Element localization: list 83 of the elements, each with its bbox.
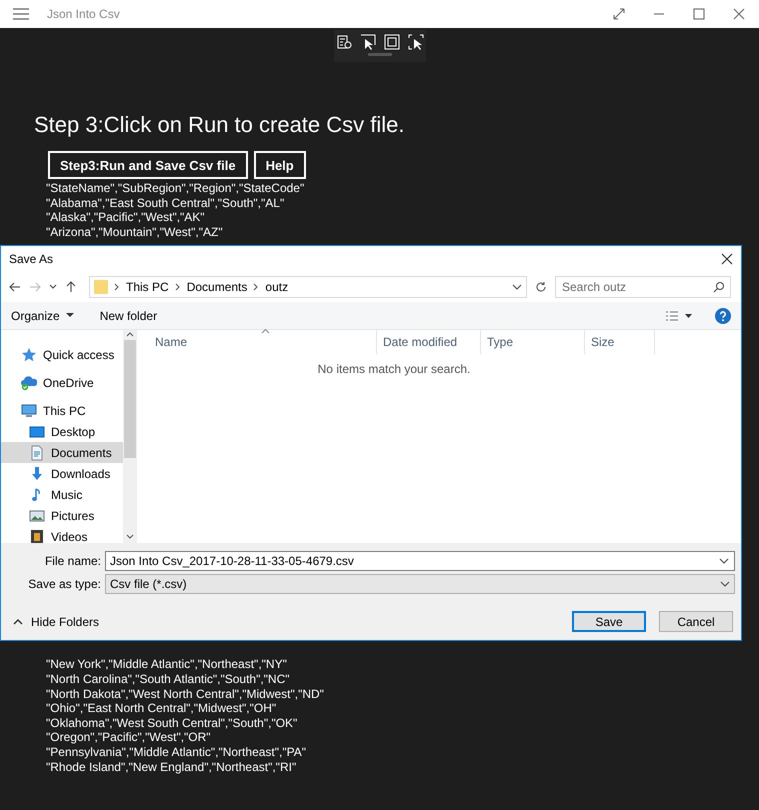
csv-line: "Oregon","Pacific","West","OR" — [46, 730, 212, 745]
scrollbar-thumb[interactable] — [124, 340, 136, 458]
help-button[interactable]: Help — [254, 151, 306, 179]
caret-icon — [66, 313, 74, 318]
column-header[interactable]: Date modified — [377, 330, 481, 354]
chevron-down-icon[interactable] — [719, 557, 729, 565]
column-header[interactable]: Size — [585, 330, 655, 354]
run-save-button[interactable]: Step3:Run and Save Csv file — [48, 151, 248, 179]
empty-message: No items match your search. — [316, 362, 472, 376]
chevron-down-icon[interactable] — [512, 283, 522, 291]
csv-line: "Arizona","Mountain","West","AZ" — [46, 224, 224, 240]
field-label: Save as type: — [27, 577, 102, 591]
cloud-icon — [21, 374, 37, 390]
star-icon — [21, 346, 37, 362]
maximize-icon[interactable] — [693, 8, 705, 20]
csv-line: "StateName","SubRegion","Region","StateCode" — [46, 181, 306, 196]
csv-line: "North Carolina","South Atlantic","South","NC" — [46, 672, 291, 687]
nav-item[interactable]: Downloads — [1, 463, 123, 484]
file-name-field[interactable]: Json Into Csv_2017-10-28-11-33-05-4679.csv — [105, 551, 735, 571]
csv-line: "New York","Middle Atlantic","Northeast","NY" — [46, 657, 288, 672]
nav-item[interactable]: This PC — [1, 400, 123, 421]
film-icon — [29, 528, 45, 543]
field-label: File name: — [44, 554, 102, 568]
search-field[interactable]: Search outz — [555, 276, 731, 298]
chevron-up-icon[interactable] — [126, 330, 134, 338]
breadcrumb[interactable]: Documents — [186, 280, 248, 294]
picture-icon — [29, 508, 45, 524]
sort-caret-icon — [261, 328, 270, 334]
chevron-right-icon — [114, 283, 120, 291]
new-folder-button[interactable]: New folder — [100, 308, 158, 322]
toolbar-grip[interactable] — [368, 53, 392, 56]
close-icon[interactable] — [721, 253, 733, 265]
csv-line: "Alabama","East South Central","South","AL" — [46, 196, 286, 210]
window-title: Json Into Csv — [47, 7, 120, 21]
chevron-up-icon — [13, 618, 23, 626]
frame-icon[interactable] — [384, 34, 400, 50]
dialog-title: Save As — [9, 252, 54, 266]
monitor-icon — [29, 424, 45, 440]
breadcrumb[interactable]: This PC — [126, 280, 169, 294]
expand-icon[interactable] — [613, 8, 625, 20]
csv-line: "Alaska","Pacific","West","AK" — [46, 210, 206, 225]
refresh-icon[interactable] — [535, 281, 547, 293]
folder-icon — [94, 279, 108, 295]
chevron-down-icon[interactable] — [49, 283, 57, 291]
chevron-right-icon — [174, 283, 181, 291]
back-arrow-icon[interactable] — [9, 281, 21, 293]
nav-item[interactable]: Pictures — [1, 505, 123, 526]
menu-icon[interactable] — [13, 8, 29, 20]
monitor-icon — [21, 402, 37, 418]
column-header[interactable]: Name — [137, 330, 377, 354]
document-icon — [29, 444, 45, 460]
breadcrumb[interactable]: outz — [265, 280, 288, 294]
nav-item[interactable]: Music — [1, 484, 123, 505]
organize-menu[interactable]: Organize — [11, 308, 74, 322]
csv-line: "North Dakota","West North Central","Midwest","ND" — [46, 686, 325, 702]
step-heading: Step 3:Click on Run to create Csv file. — [34, 111, 406, 139]
nav-item[interactable]: OneDrive — [1, 372, 123, 393]
scrollbar[interactable] — [123, 330, 137, 543]
csv-line: "Ohio","East North Central","Midwest","OH" — [46, 701, 278, 716]
cursor-select-icon[interactable] — [360, 34, 376, 50]
nav-item[interactable]: Videos — [1, 526, 123, 543]
csv-line: "Oklahoma","West South Central","South","OK" — [46, 716, 298, 730]
cursor-bounds-icon[interactable] — [408, 34, 424, 50]
hide-folders-button[interactable]: Hide Folders — [13, 614, 100, 628]
column-header[interactable]: Type — [481, 330, 585, 354]
cancel-button[interactable]: Cancel — [659, 611, 733, 632]
download-arrow-icon — [29, 466, 45, 482]
chevron-right-icon — [253, 283, 260, 291]
nav-item[interactable]: Quick access — [1, 344, 123, 365]
up-arrow-icon[interactable] — [65, 281, 77, 293]
tree-list-icon[interactable] — [336, 34, 352, 50]
search-icon[interactable] — [713, 281, 725, 293]
save-button[interactable]: Save — [572, 611, 646, 632]
csv-line: "Rhode Island","New England","Northeast","RI" — [46, 760, 298, 774]
nav-item[interactable]: Documents — [1, 442, 123, 463]
chevron-down-icon[interactable] — [126, 533, 134, 541]
nav-item[interactable]: Desktop — [1, 421, 123, 442]
csv-line: "Pennsylvania","Middle Atlantic","Northeast","PA" — [46, 744, 307, 760]
help-icon[interactable] — [715, 308, 731, 324]
address-bar[interactable]: This PC Documents outz — [89, 276, 527, 298]
chevron-down-icon — [720, 580, 730, 588]
view-options-icon[interactable] — [665, 310, 693, 322]
file-type-dropdown[interactable]: Csv file (*.csv) — [105, 574, 735, 594]
